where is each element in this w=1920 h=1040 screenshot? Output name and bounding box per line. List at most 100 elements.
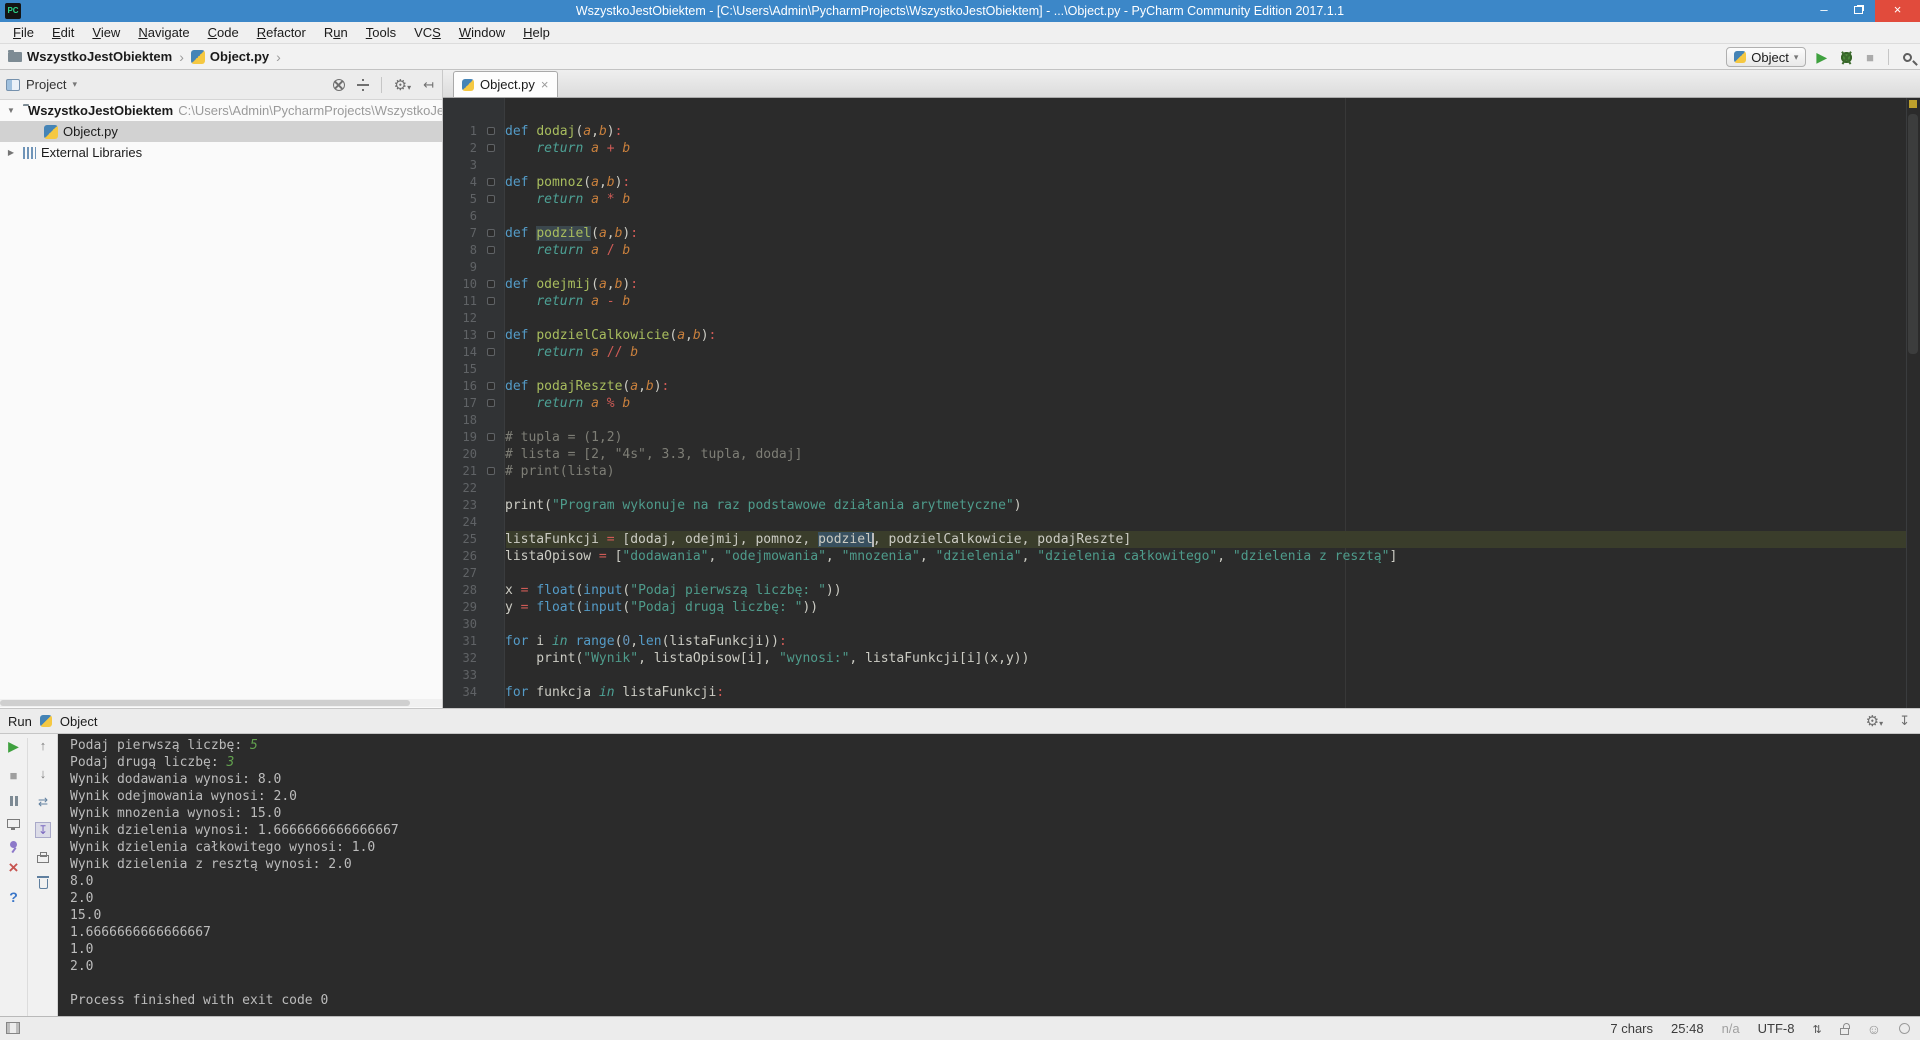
down-icon[interactable] [40, 766, 47, 781]
code-line-26[interactable]: 26listaOpisow = ["dodawania", "odejmowan… [443, 548, 1906, 565]
minimize-button[interactable]: – [1807, 0, 1841, 22]
code-line-29[interactable]: 29y = float(input("Podaj drugą liczbę: "… [443, 599, 1906, 616]
code-line-34[interactable]: 34for funkcja in listaFunkcji: [443, 684, 1906, 701]
scroll-end-icon[interactable] [35, 822, 51, 838]
line-number[interactable]: 14 [443, 344, 477, 361]
line-number[interactable]: 8 [443, 242, 477, 259]
line-number[interactable]: 26 [443, 548, 477, 565]
settings-icon[interactable] [394, 76, 411, 94]
fold-start-icon[interactable] [477, 429, 505, 446]
line-number[interactable]: 15 [443, 361, 477, 378]
code-line-1[interactable]: 1def dodaj(a,b): [443, 123, 1906, 140]
line-number[interactable]: 25 [443, 531, 477, 548]
line-number[interactable]: 2 [443, 140, 477, 157]
project-horizontal-scrollbar[interactable] [0, 699, 443, 707]
help-icon[interactable] [9, 889, 18, 905]
tree-item-wszystkojestobiektem[interactable]: ▼WszystkoJestObiektemC:\Users\Admin\Pych… [0, 100, 442, 121]
fold-start-icon[interactable] [477, 225, 505, 242]
pin-icon[interactable] [10, 841, 17, 848]
code-line-2[interactable]: 2 return a + b [443, 140, 1906, 157]
editor-scrollbar[interactable] [1906, 98, 1920, 708]
fold-end-icon[interactable] [477, 242, 505, 259]
code-line-25[interactable]: 25listaFunkcji = [dodaj, odejmij, pomnoz… [443, 531, 1906, 548]
search-icon[interactable] [1903, 53, 1912, 62]
chevron-down-icon[interactable]: ▾ [72, 79, 77, 90]
line-number[interactable]: 19 [443, 429, 477, 446]
menu-item-edit[interactable]: Edit [43, 22, 83, 43]
inspection-warning-marker[interactable] [1909, 100, 1917, 108]
settings-icon[interactable] [1866, 712, 1883, 730]
line-number[interactable]: 28 [443, 582, 477, 599]
tab-object-py[interactable]: Object.py [453, 71, 558, 97]
line-number[interactable]: 4 [443, 174, 477, 191]
collapsed-arrow-icon[interactable]: ▶ [4, 148, 18, 157]
code-line-31[interactable]: 31for i in range(0,len(listaFunkcji)): [443, 633, 1906, 650]
breadcrumb-wszystkojestobiektem[interactable]: WszystkoJestObiektem [27, 49, 172, 64]
code-line-9[interactable]: 9 [443, 259, 1906, 276]
line-number[interactable]: 10 [443, 276, 477, 293]
hide-down-icon[interactable] [1899, 713, 1910, 729]
rerun-icon[interactable] [8, 738, 19, 755]
menu-item-code[interactable]: Code [199, 22, 248, 43]
pause-icon[interactable] [10, 796, 18, 806]
restore-button[interactable] [1841, 0, 1875, 22]
fold-end-icon[interactable] [477, 344, 505, 361]
fold-end-icon[interactable] [477, 140, 505, 157]
tree-item-object-py[interactable]: Object.py [0, 121, 442, 142]
line-number[interactable]: 11 [443, 293, 477, 310]
code-line-24[interactable]: 24 [443, 514, 1906, 531]
tree-item-external-libraries[interactable]: ▶External Libraries [0, 142, 442, 163]
status-n-a[interactable]: n/a [1722, 1021, 1740, 1036]
close-x-icon[interactable] [9, 861, 19, 876]
line-number[interactable]: 33 [443, 667, 477, 684]
line-number[interactable]: 22 [443, 480, 477, 497]
fold-start-icon[interactable] [477, 276, 505, 293]
code-line-15[interactable]: 15 [443, 361, 1906, 378]
line-number[interactable]: 31 [443, 633, 477, 650]
fold-end-icon[interactable] [477, 463, 505, 480]
status-7-chars[interactable]: 7 chars [1610, 1021, 1653, 1036]
expanded-arrow-icon[interactable]: ▼ [4, 106, 18, 115]
menu-item-vcs[interactable]: VCS [405, 22, 450, 43]
code-line-30[interactable]: 30 [443, 616, 1906, 633]
line-number[interactable]: 1 [443, 123, 477, 140]
code-line-7[interactable]: 7def podziel(a,b): [443, 225, 1906, 242]
code-line-14[interactable]: 14 return a // b [443, 344, 1906, 361]
fold-start-icon[interactable] [477, 174, 505, 191]
code-line-13[interactable]: 13def podzielCalkowicie(a,b): [443, 327, 1906, 344]
run-configuration-select[interactable]: Object ▾ [1726, 47, 1806, 67]
line-number[interactable]: 30 [443, 616, 477, 633]
code-line-12[interactable]: 12 [443, 310, 1906, 327]
run-play-icon[interactable] [1816, 49, 1827, 66]
line-number[interactable]: 6 [443, 208, 477, 225]
code-line-5[interactable]: 5 return a * b [443, 191, 1906, 208]
fold-start-icon[interactable] [477, 327, 505, 344]
hide-icon[interactable] [423, 77, 434, 93]
line-number[interactable]: 16 [443, 378, 477, 395]
project-panel-header[interactable]: Project ▾ [0, 70, 442, 100]
menu-item-navigate[interactable]: Navigate [129, 22, 198, 43]
code-line-27[interactable]: 27 [443, 565, 1906, 582]
stop-icon[interactable] [10, 768, 18, 783]
run-tab-object[interactable]: Object [60, 714, 98, 729]
scrollbar-thumb[interactable] [1908, 114, 1918, 354]
menu-item-view[interactable]: View [83, 22, 129, 43]
stop-disabled-icon[interactable] [1866, 50, 1874, 65]
fold-end-icon[interactable] [477, 293, 505, 310]
line-number[interactable]: 18 [443, 412, 477, 429]
event-log-icon[interactable] [1899, 1023, 1910, 1034]
clear-icon[interactable] [39, 879, 48, 889]
status-25-48[interactable]: 25:48 [1671, 1021, 1704, 1036]
code-line-20[interactable]: 20# lista = [2, "4s", 3.3, tupla, dodaj] [443, 446, 1906, 463]
code-line-28[interactable]: 28x = float(input("Podaj pierwszą liczbę… [443, 582, 1906, 599]
code-line-22[interactable]: 22 [443, 480, 1906, 497]
fold-end-icon[interactable] [477, 395, 505, 412]
fold-start-icon[interactable] [477, 378, 505, 395]
up-icon[interactable] [40, 738, 47, 753]
show-console-icon[interactable] [7, 819, 20, 828]
code-line-23[interactable]: 23print("Program wykonuje na raz podstaw… [443, 497, 1906, 514]
line-number[interactable]: 27 [443, 565, 477, 582]
debug-icon[interactable] [1841, 52, 1852, 63]
fold-end-icon[interactable] [477, 191, 505, 208]
code-editor[interactable]: 1def dodaj(a,b):2 return a + b34def pomn… [443, 98, 1920, 708]
